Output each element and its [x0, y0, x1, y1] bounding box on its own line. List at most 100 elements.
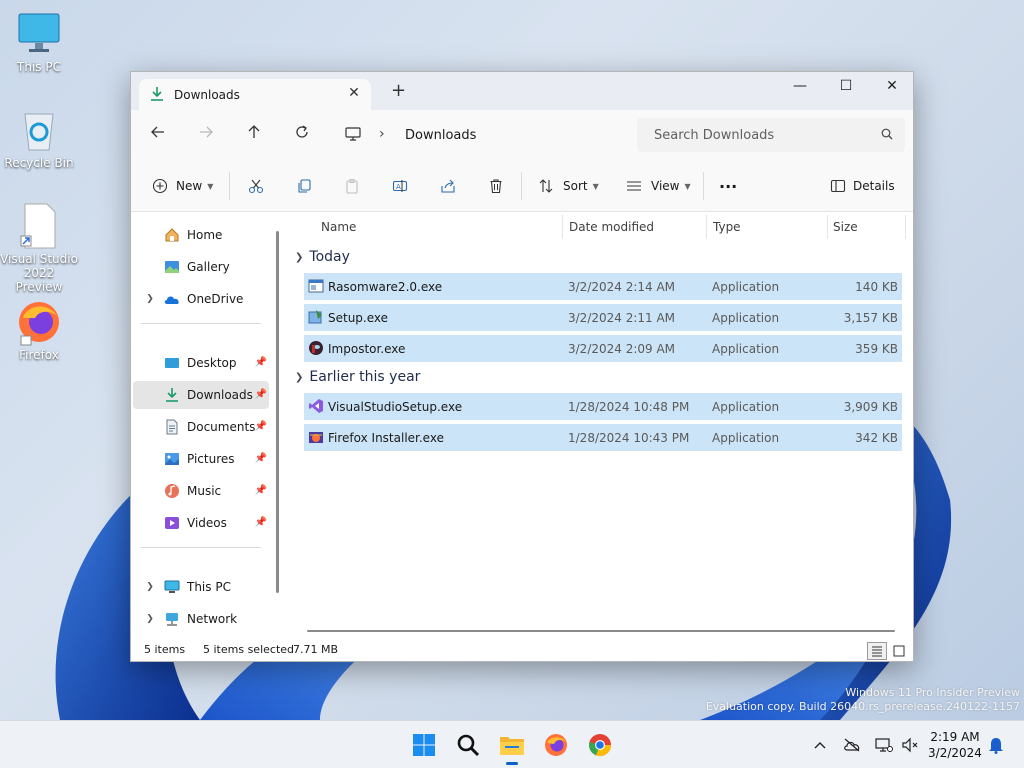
desktop-icon-firefox[interactable]: Firefox [0, 298, 78, 362]
home-icon [163, 226, 181, 244]
svg-text:A: A [396, 183, 401, 191]
details-view-button[interactable] [867, 642, 887, 660]
nav-item-desktop[interactable]: Desktop 📌 [133, 349, 269, 377]
desktop-icon-this-pc[interactable]: This PC [0, 10, 78, 74]
file-row[interactable]: Firefox Installer.exe 1/28/2024 10:43 PM… [304, 424, 902, 451]
column-header-date[interactable]: Date modified [569, 213, 654, 243]
new-tab-button[interactable]: + [391, 82, 406, 100]
desktop-icon-recycle-bin[interactable]: Recycle Bin [0, 106, 78, 170]
rename-button[interactable]: A [391, 176, 409, 196]
clock[interactable]: 2:19 AM 3/2/2024 [924, 729, 986, 761]
copy-button[interactable] [295, 176, 313, 196]
pin-icon[interactable]: 📌 [255, 389, 267, 400]
new-button-label: New [176, 179, 203, 193]
divider [141, 323, 261, 324]
nav-item-videos[interactable]: Videos 📌 [133, 509, 269, 537]
file-row[interactable]: Setup.exe 3/2/2024 2:11 AM Application 3… [304, 304, 902, 331]
tab-close-button[interactable]: ✕ [345, 85, 363, 101]
nav-item-gallery[interactable]: Gallery [133, 253, 269, 281]
file-name: Impostor.exe [328, 342, 406, 356]
nav-item-home[interactable]: Home [133, 221, 269, 249]
nav-scrollbar[interactable] [276, 231, 279, 593]
paste-button[interactable] [343, 176, 361, 196]
chevron-right-icon[interactable]: ❯ [143, 582, 157, 592]
chevron-right-icon[interactable]: › [379, 126, 385, 142]
firefox-taskbar-button[interactable] [540, 729, 572, 761]
chevron-right-icon[interactable]: ❯ [143, 294, 157, 304]
nav-item-network[interactable]: ❯ Network [133, 605, 269, 633]
nav-item-label: Downloads [187, 388, 253, 402]
firefox-icon [15, 298, 63, 346]
nav-item-documents[interactable]: Documents 📌 [133, 413, 269, 441]
back-button[interactable] [145, 124, 171, 146]
pin-icon[interactable]: 📌 [255, 453, 267, 464]
address-bar: › Downloads Search Downloads [131, 110, 913, 158]
group-header-today[interactable]: ❯ Today [295, 249, 350, 265]
selection-size: 7.71 MB [293, 643, 339, 656]
pin-icon[interactable]: 📌 [255, 485, 267, 496]
trash-icon [487, 177, 505, 195]
tab-downloads[interactable]: Downloads ✕ [139, 79, 371, 110]
close-button[interactable]: ✕ [869, 72, 913, 102]
scissors-icon [247, 177, 265, 195]
breadcrumb-downloads[interactable]: Downloads [405, 128, 476, 143]
file-row[interactable]: VisualStudioSetup.exe 1/28/2024 10:48 PM… [304, 393, 902, 420]
column-header-type[interactable]: Type [713, 213, 741, 243]
search-icon [881, 128, 893, 143]
file-row[interactable]: Rasomware2.0.exe 3/2/2024 2:14 AM Applic… [304, 273, 902, 300]
volume-tray-button[interactable] [900, 735, 920, 755]
column-header-size[interactable]: Size [833, 213, 858, 243]
nav-item-pictures[interactable]: Pictures 📌 [133, 445, 269, 473]
new-button[interactable]: New ▼ [151, 176, 213, 196]
music-icon [163, 482, 181, 500]
file-name: Rasomware2.0.exe [328, 280, 443, 294]
forward-button[interactable] [193, 124, 219, 146]
minimize-button[interactable]: — [777, 72, 823, 102]
notifications-button[interactable] [986, 735, 1006, 755]
pin-icon[interactable]: 📌 [255, 421, 267, 432]
group-header-earlier[interactable]: ❯ Earlier this year [295, 369, 420, 385]
onedrive-tray-button[interactable] [842, 735, 862, 755]
breadcrumb[interactable]: › Downloads [337, 120, 627, 150]
status-bar: 5 items 5 items selected 7.71 MB [131, 639, 913, 661]
show-hidden-icons-button[interactable] [810, 735, 830, 755]
windows-watermark: Windows 11 Pro Insider Preview Evaluatio… [706, 686, 1020, 714]
cut-button[interactable] [247, 176, 265, 196]
nav-item-onedrive[interactable]: ❯ OneDrive [133, 285, 269, 313]
view-button[interactable]: View ▼ [625, 176, 691, 196]
up-button[interactable] [241, 124, 267, 146]
desktop-icon-visual-studio[interactable]: Visual Studio 2022 Preview [0, 202, 78, 294]
file-type: Application [712, 400, 780, 414]
horizontal-scrollbar[interactable] [307, 630, 895, 632]
file-date: 3/2/2024 2:11 AM [568, 311, 676, 325]
firefox-icon [545, 734, 567, 756]
clock-date: 3/2/2024 [928, 746, 982, 760]
nav-item-label: Home [187, 228, 223, 242]
share-button[interactable] [439, 176, 457, 196]
sort-button[interactable]: Sort ▼ [537, 176, 599, 196]
maximize-button[interactable]: ☐ [823, 72, 869, 102]
pin-icon[interactable]: 📌 [255, 517, 267, 528]
file-explorer-taskbar-button[interactable] [496, 729, 528, 765]
nav-item-music[interactable]: Music 📌 [133, 477, 269, 505]
details-pane-button[interactable]: Details [829, 176, 895, 196]
start-button[interactable] [408, 729, 440, 761]
file-type: Application [712, 311, 780, 325]
chevron-right-icon[interactable]: ❯ [143, 614, 157, 624]
nav-item-this-pc[interactable]: ❯ This PC [133, 573, 269, 601]
delete-button[interactable] [487, 176, 505, 196]
nav-item-downloads[interactable]: Downloads 📌 [133, 381, 269, 409]
more-options-button[interactable]: ··· [719, 176, 737, 196]
pin-icon[interactable]: 📌 [255, 357, 267, 368]
file-explorer-window: Downloads ✕ + — ☐ ✕ › Downloads Search D… [130, 71, 914, 662]
file-row[interactable]: Impostor.exe 3/2/2024 2:09 AM Applicatio… [304, 335, 902, 362]
network-tray-button[interactable] [874, 735, 894, 755]
refresh-button[interactable] [289, 124, 315, 146]
tiles-view-button[interactable] [889, 642, 909, 660]
column-header-name[interactable]: Name [321, 213, 356, 243]
chrome-taskbar-button[interactable] [584, 729, 616, 761]
file-size: 3,909 KB [843, 400, 898, 414]
nav-item-label: Gallery [187, 260, 230, 274]
search-button[interactable] [452, 729, 484, 761]
search-input[interactable]: Search Downloads [637, 118, 905, 152]
